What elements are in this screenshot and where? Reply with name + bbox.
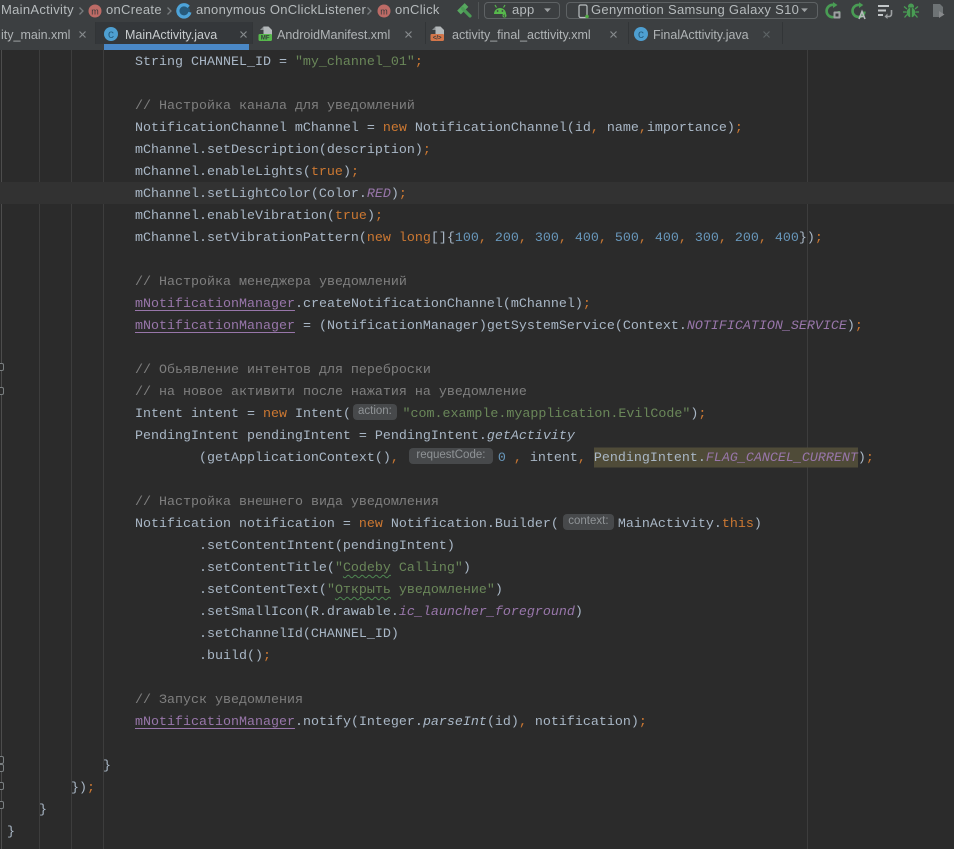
svg-text:C: C bbox=[108, 30, 114, 42]
svg-text:MF: MF bbox=[261, 36, 270, 42]
svg-text:</>: </> bbox=[433, 36, 442, 42]
svg-text:m: m bbox=[91, 7, 99, 17]
svg-text:m: m bbox=[380, 7, 388, 17]
svg-text:C: C bbox=[638, 30, 644, 42]
